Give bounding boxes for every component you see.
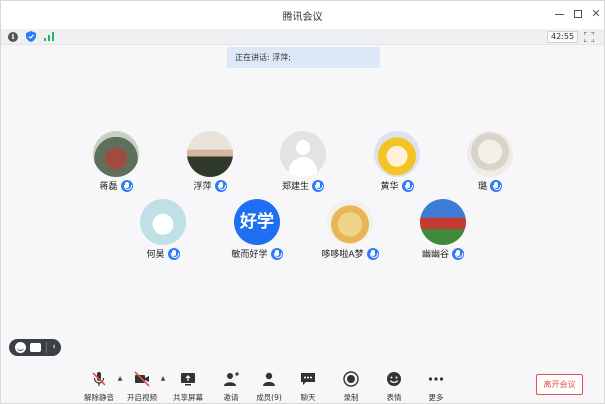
leave-meeting-button[interactable]: 离开会议 (536, 374, 583, 395)
divider (46, 342, 47, 353)
share-screen-label: 共享屏幕 (173, 393, 203, 402)
participant-name: 璐 (477, 182, 487, 192)
participant-tile[interactable]: 何昊 (118, 199, 208, 261)
minimize-button[interactable] (551, 6, 567, 22)
record-label: 录制 (343, 393, 359, 402)
more-button[interactable]: 更多 (416, 371, 456, 403)
microphone-icon (366, 247, 379, 260)
info-icon[interactable]: i (8, 32, 18, 42)
reactions-label: 表情 (386, 393, 402, 402)
more-label: 更多 (428, 393, 444, 402)
participant-name: 幽幽谷 (421, 250, 449, 260)
signal-icon[interactable] (44, 32, 54, 41)
participant-tile[interactable]: 璐 (445, 131, 535, 193)
avatar (280, 131, 326, 177)
person-body-icon (289, 157, 317, 177)
smiley-icon (387, 372, 401, 386)
person-head-icon (296, 140, 310, 155)
participant-tile[interactable]: 幽幽谷 (398, 199, 488, 261)
more-dots-icon (428, 377, 444, 381)
collapse-icon[interactable]: ‹ (50, 341, 58, 353)
unmute-button[interactable]: 解除静音 (79, 371, 119, 403)
floating-quick-panel: ‹ (9, 339, 61, 356)
meeting-window: 腾讯会议 ✕ i 42:55 正在讲话: 浮萍; 蒋磊 浮萍 郑建生 黄华 璐 … (0, 0, 605, 404)
microphone-icon (452, 247, 464, 260)
participant-tile[interactable]: 浮萍 (165, 131, 255, 193)
participant-tile[interactable]: 蒋磊 (71, 131, 161, 193)
share-screen-icon (181, 373, 195, 386)
video-options-caret[interactable]: ▲ (159, 375, 167, 383)
fullscreen-icon[interactable] (584, 32, 594, 42)
avatar (374, 131, 420, 177)
participant-tile[interactable]: 哆哆啦A梦 (305, 199, 395, 261)
microphone-icon (167, 247, 180, 260)
speaking-indicator: 正在讲话: 浮萍; (227, 47, 380, 68)
members-label: 成员(9) (256, 393, 282, 402)
chat-button[interactable]: 聊天 (288, 371, 328, 403)
add-user-icon (224, 372, 239, 386)
invite-label: 邀请 (223, 393, 239, 402)
record-button[interactable]: 录制 (331, 371, 371, 403)
emoji-icon[interactable] (15, 342, 26, 353)
microphone-icon (270, 247, 283, 260)
share-screen-button[interactable]: 共享屏幕 (168, 371, 208, 403)
participant-name: 何昊 (146, 250, 165, 260)
close-button[interactable]: ✕ (588, 6, 604, 22)
avatar (187, 131, 233, 177)
avatar: 好学 (234, 199, 280, 245)
start-video-button[interactable]: 开启视频 (122, 371, 162, 403)
members-icon (263, 372, 275, 386)
chat-bubble-icon[interactable] (30, 343, 41, 352)
participant-tile[interactable]: 郑建生 (258, 131, 348, 193)
chat-icon (301, 373, 315, 385)
avatar (467, 131, 513, 177)
shield-icon[interactable] (26, 31, 36, 42)
participant-name: 黄华 (380, 182, 399, 192)
participant-name: 哆哆啦A梦 (321, 250, 364, 260)
meeting-timer: 42:55 (547, 31, 579, 43)
avatar (93, 131, 139, 177)
microphone-icon (120, 179, 133, 192)
title-bar: 腾讯会议 ✕ (1, 1, 604, 29)
participant-tile[interactable]: 好学 敏而好学 (212, 199, 302, 261)
participant-name: 蒋磊 (99, 182, 118, 192)
participant-name: 郑建生 (281, 182, 309, 192)
record-icon (343, 371, 359, 387)
reactions-button[interactable]: 表情 (374, 371, 414, 403)
avatar (420, 199, 466, 245)
participant-name: 敏而好学 (231, 250, 268, 260)
microphone-icon (490, 179, 502, 192)
chat-label: 聊天 (300, 393, 316, 402)
minimize-icon (554, 14, 564, 15)
unmute-label: 解除静音 (84, 393, 114, 402)
avatar (327, 199, 373, 245)
avatar (140, 199, 186, 245)
microphone-icon (312, 179, 324, 192)
maximize-icon (574, 10, 582, 18)
window-title: 腾讯会议 (282, 12, 323, 23)
muted-microphone-icon (92, 372, 106, 386)
video-off-icon (134, 371, 150, 387)
microphone-icon (401, 179, 414, 192)
microphone-icon (214, 179, 227, 192)
meeting-toolbar: 解除静音 ▲ 开启视频 ▲ 共享屏幕 邀请 成员(9) 聊天 录制 表情 更多 (1, 363, 604, 404)
meeting-info-bar: i 42:55 (1, 29, 604, 45)
maximize-button[interactable] (570, 6, 586, 22)
start-video-label: 开启视频 (127, 393, 157, 402)
invite-button[interactable]: 邀请 (211, 371, 251, 403)
participant-tile[interactable]: 黄华 (352, 131, 442, 193)
members-button[interactable]: 成员(9) (249, 371, 289, 403)
participant-name: 浮萍 (193, 182, 212, 192)
